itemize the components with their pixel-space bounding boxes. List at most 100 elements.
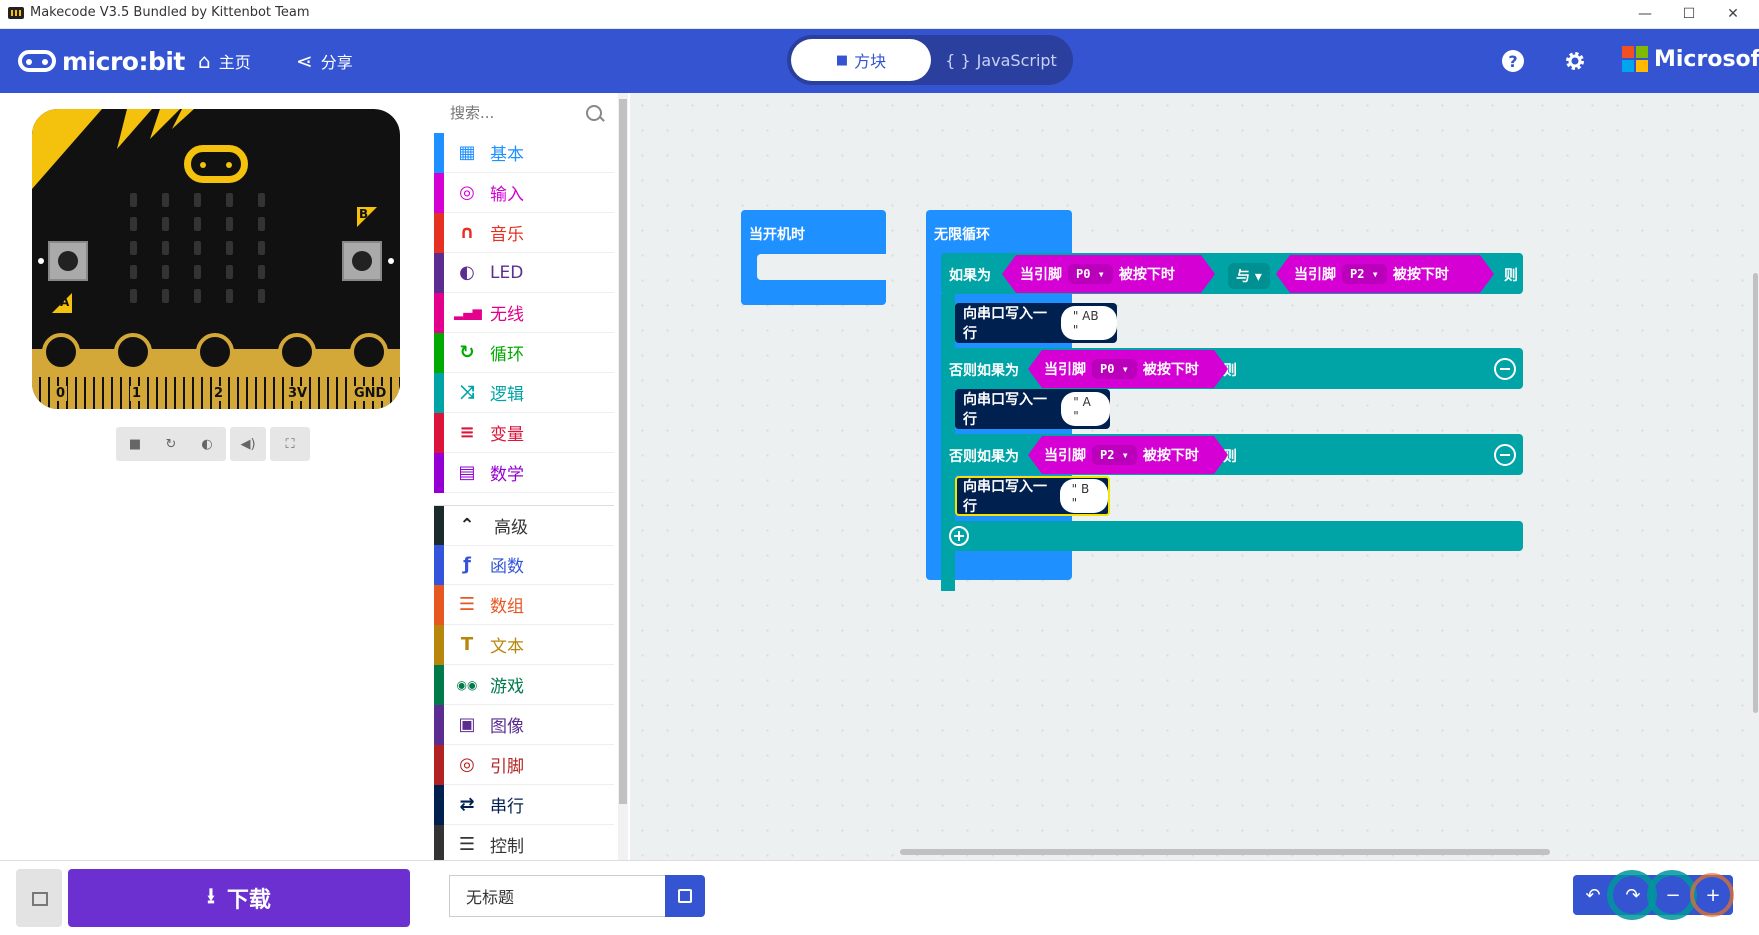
pin-gnd[interactable] (350, 333, 388, 371)
serial-write-a-block[interactable]: 向串口写入一行 " A " (955, 389, 1110, 429)
mute-icon[interactable]: ◀) (230, 427, 266, 461)
led (162, 217, 169, 231)
pin-1[interactable] (114, 333, 152, 371)
pin-0[interactable] (42, 333, 80, 371)
restart-icon[interactable]: ↻ (153, 437, 189, 452)
collapse-simulator-button[interactable] (16, 869, 62, 927)
microbit-logo[interactable]: micro:bit (18, 45, 185, 77)
advanced-label: 高级 (494, 518, 528, 538)
led (162, 193, 169, 207)
save-button[interactable] (665, 875, 705, 917)
share-button[interactable]: ⋖ 分享 (296, 49, 353, 73)
serial-write-ab-block[interactable]: 向串口写入一行 " AB " (955, 303, 1117, 343)
stop-icon[interactable]: ■ (117, 437, 153, 452)
string-ab[interactable]: " AB " (1060, 306, 1117, 340)
workspace-vertical-scrollbar[interactable] (1753, 273, 1758, 713)
toolbox-advanced-toggle[interactable]: ⌃ 高级 (434, 505, 614, 546)
serial-write-b-block[interactable]: 向串口写入一行 " B " (955, 476, 1110, 516)
string-b[interactable]: " B " (1059, 479, 1108, 513)
toolbox-scrollbar[interactable] (618, 93, 628, 860)
led (162, 265, 169, 279)
toolbox-category-4[interactable]: ▂▄▆ 无线 (434, 293, 614, 333)
toolbox-category-3[interactable]: ◉◉ 游戏 (434, 665, 614, 705)
toolbox-category-0[interactable]: ▦ 基本 (434, 133, 614, 173)
else-if-p0-row[interactable]: 否则如果为 则 (941, 348, 1523, 389)
toolbox-category-8[interactable]: ▤ 数学 (434, 453, 614, 493)
category-color-bar (434, 665, 444, 705)
pin-2[interactable] (196, 333, 234, 371)
toolbox-category-1[interactable]: ☰ 数组 (434, 585, 614, 625)
settings-button[interactable] (1558, 44, 1592, 78)
category-color-bar (434, 253, 444, 293)
search-input[interactable] (448, 103, 572, 123)
pin-dropdown-p0[interactable]: P0 ▾ (1068, 264, 1113, 284)
add-else-icon[interactable] (949, 526, 969, 546)
pin-pressed-p0-condition[interactable]: 当引脚 P0 ▾ 被按下时 (1028, 350, 1228, 388)
pin-3v[interactable] (278, 333, 316, 371)
led (226, 241, 233, 255)
else-if-p2-row[interactable]: 否则如果为 则 (941, 434, 1523, 475)
toolbox-category-0[interactable]: ƒ 函数 (434, 545, 614, 585)
maximize-button[interactable]: ☐ (1674, 2, 1704, 26)
workspace-horizontal-scrollbar[interactable] (900, 849, 1550, 855)
help-button[interactable]: ? (1496, 44, 1530, 78)
microbit-simulator[interactable]: A B 0 1 2 3V GND (32, 109, 400, 409)
toolbox-category-4[interactable]: ▣ 图像 (434, 705, 614, 745)
button-b[interactable] (342, 241, 382, 281)
category-color-bar (434, 745, 444, 785)
microbit-icon (18, 50, 56, 72)
pin-pressed-p2-condition[interactable]: 当引脚 P2 ▾ 被按下时 (1276, 255, 1494, 293)
on-start-block[interactable]: 当开机时 (741, 210, 886, 305)
pin-pressed-prefix: 当引脚 (1044, 362, 1086, 378)
pin-strip: 0 1 2 3V GND (32, 333, 400, 409)
led (258, 241, 265, 255)
category-color-bar (434, 213, 444, 253)
category-color-bar (434, 133, 444, 173)
microsoft-logo[interactable]: Microsoft (1622, 46, 1759, 72)
blocks-workspace[interactable]: 当开机时 无限循环 如果为 则 当引脚 P0 ▾ 被按下时 与 ▾ 当引脚 P2… (630, 93, 1759, 860)
pin-pressed-suffix: 被按下时 (1142, 448, 1199, 464)
pin-pressed-p0-condition[interactable]: 当引脚 P0 ▾ 被按下时 (1002, 255, 1215, 293)
toolbox-category-2[interactable]: T 文本 (434, 625, 614, 665)
category-color-bar (434, 173, 444, 213)
close-button[interactable]: ✕ (1718, 2, 1748, 26)
category-label: 音乐 (490, 225, 524, 245)
led (194, 241, 201, 255)
toolbox-category-5[interactable]: ↻ 循环 (434, 333, 614, 373)
and-operator-dropdown[interactable]: 与 ▾ (1228, 263, 1270, 289)
pin-dropdown-p2[interactable]: P2 ▾ (1342, 264, 1387, 284)
slowmo-icon[interactable]: ◐ (189, 437, 225, 452)
blocks-tab[interactable]: ■ 方块 (791, 39, 931, 81)
pin-pressed-p2-condition[interactable]: 当引脚 P2 ▾ 被按下时 (1028, 436, 1228, 474)
home-button[interactable]: ⌂ 主页 (198, 49, 251, 73)
toolbox-category-3[interactable]: ◐ LED (434, 253, 614, 293)
toolbox-category-6[interactable]: ⤨ 逻辑 (434, 373, 614, 413)
pin-value: P0 (1100, 362, 1115, 376)
pin-label: 1 (130, 386, 144, 401)
category-label: 控制 (490, 837, 524, 857)
toolbox-category-2[interactable]: ∩ 音乐 (434, 213, 614, 253)
pin-label: 2 (212, 386, 226, 401)
search-icon[interactable] (586, 105, 602, 121)
grid-icon: ▦ (458, 142, 476, 163)
help-icon: ? (1502, 50, 1524, 72)
led (226, 265, 233, 279)
button-a[interactable] (48, 241, 88, 281)
pin-dropdown-p2[interactable]: P2 ▾ (1092, 445, 1137, 465)
pin-value: P0 (1076, 267, 1091, 281)
remove-else-if-icon[interactable] (1494, 358, 1516, 380)
remove-else-if-icon[interactable] (1494, 444, 1516, 466)
javascript-tab[interactable]: { } JavaScript (933, 39, 1069, 81)
toolbox-category-7[interactable]: ≡ 变量 (434, 413, 614, 453)
download-button[interactable]: ⭳ 下载 (68, 869, 410, 927)
toolbox-category-1[interactable]: ◎ 输入 (434, 173, 614, 213)
minimize-button[interactable]: — (1630, 2, 1660, 26)
string-a[interactable]: " A " (1061, 392, 1110, 426)
fullscreen-icon[interactable]: ⛶ (270, 427, 310, 461)
pin-dropdown-p0[interactable]: P0 ▾ (1092, 359, 1137, 379)
toolbox-category-5[interactable]: ◎ 引脚 (434, 745, 614, 785)
board-logo[interactable] (184, 145, 248, 183)
project-name-input[interactable] (449, 875, 665, 917)
toolbox-category-6[interactable]: ⇄ 串行 (434, 785, 614, 825)
toolbox-category-7[interactable]: ☰ 控制 (434, 825, 614, 865)
